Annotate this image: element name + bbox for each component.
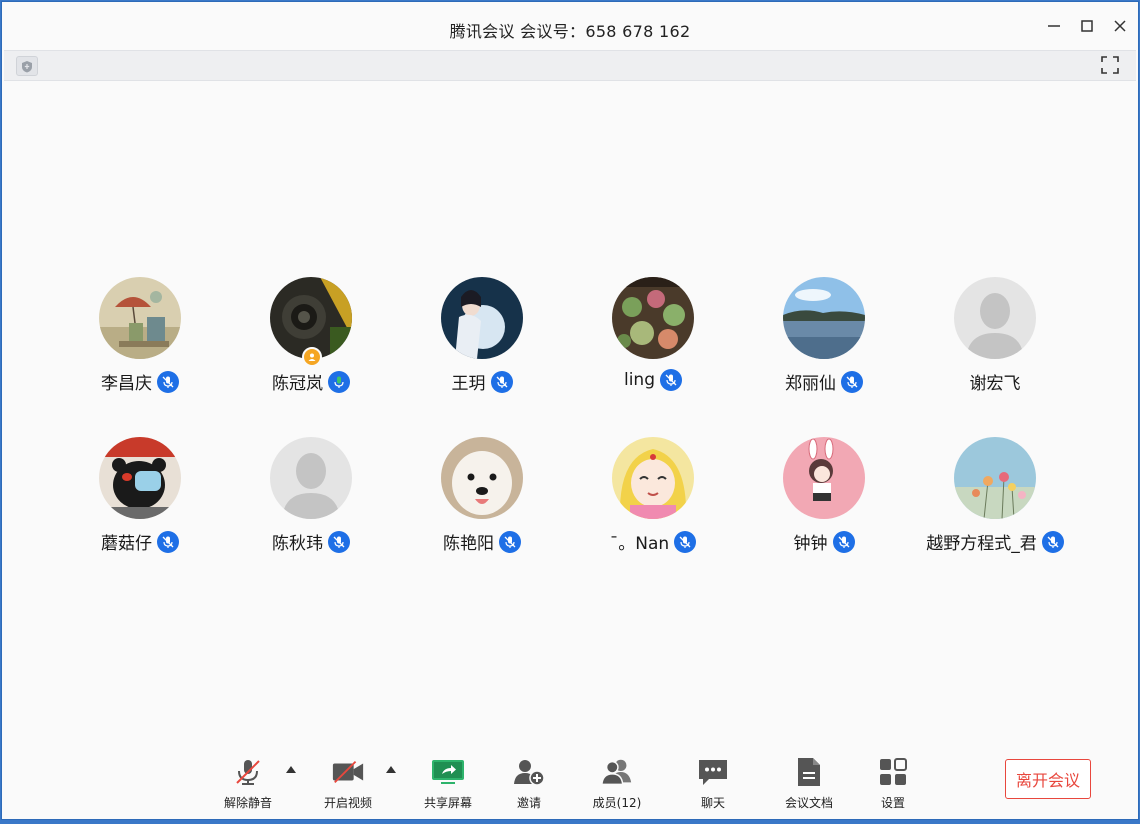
chat-button[interactable]: 聊天 xyxy=(673,756,753,812)
share-screen-label: 共享屏幕 xyxy=(423,796,472,810)
share-screen-button[interactable]: 共享屏幕 xyxy=(408,756,488,812)
document-icon xyxy=(792,756,826,788)
participant-name-row: 陈艳阳 xyxy=(397,529,567,554)
mic-muted-icon xyxy=(832,530,855,553)
participant-name: 李昌庆 xyxy=(101,374,152,394)
meeting-toolbar: 解除静音 开启视频 共享屏幕 邀请 成员(12) 聊天 会议文档 设置 离开会议 xyxy=(2,742,1138,820)
mic-muted-icon xyxy=(674,530,697,553)
leave-meeting-button[interactable]: 离开会议 xyxy=(1005,759,1091,799)
avatar xyxy=(954,437,1036,519)
avatar xyxy=(441,437,523,519)
participant-tile[interactable]: 蘑菇仔 xyxy=(55,437,225,567)
participant-name-row: 陈冠岚 xyxy=(226,369,396,394)
participant-name-row: 蘑菇仔 xyxy=(55,529,225,554)
participant-name: 郑丽仙 xyxy=(785,374,836,394)
mic-muted-icon xyxy=(157,530,179,553)
unmute-label: 解除静音 xyxy=(223,796,272,810)
chat-label: 聊天 xyxy=(700,796,725,810)
settings-grid-icon xyxy=(876,756,910,788)
participant-name-row: 陈秋玮 xyxy=(226,529,396,554)
participant-name: 陈艳阳 xyxy=(443,534,494,554)
participant-name: 谢宏飞 xyxy=(969,374,1021,394)
mic-muted-icon xyxy=(157,370,179,393)
start-video-label: 开启视频 xyxy=(323,796,372,810)
participant-name: ˉ。Nan xyxy=(609,534,670,554)
add-user-icon xyxy=(512,756,546,788)
participant-name: 蘑菇仔 xyxy=(101,534,152,554)
participant-name-row: 李昌庆 xyxy=(55,369,225,394)
participant-name: 钟钟 xyxy=(793,534,828,554)
invite-button[interactable]: 邀请 xyxy=(489,756,569,812)
participant-name-row: 越野方程式_君 xyxy=(910,529,1080,554)
mic-muted-icon xyxy=(499,530,521,553)
participant-tile[interactable]: ˉ。Nan xyxy=(568,437,738,567)
participant-name-row: 郑丽仙 xyxy=(739,369,909,394)
participant-tile[interactable]: 越野方程式_君 xyxy=(910,437,1080,567)
mic-muted-icon xyxy=(328,530,350,553)
camera-off-icon xyxy=(331,756,365,788)
mic-muted-icon xyxy=(1041,530,1064,553)
avatar xyxy=(441,277,523,359)
default-avatar-icon xyxy=(954,277,1036,359)
settings-label: 设置 xyxy=(880,796,905,810)
settings-button[interactable]: 设置 xyxy=(853,756,933,812)
participant-name-row: ling xyxy=(568,369,738,391)
participant-tile[interactable]: 陈冠岚 xyxy=(226,277,396,407)
participant-name-row: 谢宏飞 xyxy=(910,369,1080,394)
video-options-caret-icon[interactable] xyxy=(386,766,396,773)
participant-tile[interactable]: 陈秋玮 xyxy=(226,437,396,567)
meeting-docs-label: 会议文档 xyxy=(784,796,833,810)
participant-tile[interactable]: 王玥 xyxy=(397,277,567,407)
mic-muted-icon xyxy=(231,756,265,788)
participant-tile[interactable]: 钟钟 xyxy=(739,437,909,567)
mic-muted-icon xyxy=(660,369,682,391)
avatar xyxy=(783,277,865,359)
share-screen-icon xyxy=(431,756,465,788)
avatar xyxy=(783,437,865,519)
mic-muted-icon xyxy=(841,370,863,393)
meeting-window: 腾讯会议 会议号：658 678 162 李昌庆 陈冠岚 王玥 ling 郑丽仙… xyxy=(1,1,1139,820)
participant-name: 陈冠岚 xyxy=(272,374,323,394)
host-badge-icon xyxy=(302,347,322,367)
participant-name-row: 王玥 xyxy=(397,369,567,394)
avatar xyxy=(612,437,694,519)
mic-on-icon xyxy=(328,370,350,393)
participant-name: ling xyxy=(623,370,655,390)
invite-label: 邀请 xyxy=(516,796,541,810)
members-button[interactable]: 成员(12) xyxy=(577,756,657,812)
start-video-button[interactable]: 开启视频 xyxy=(308,756,388,812)
default-avatar-icon xyxy=(270,437,352,519)
participant-name-row: 钟钟 xyxy=(739,529,909,554)
participant-name: 越野方程式_君 xyxy=(926,534,1037,554)
unmute-button[interactable]: 解除静音 xyxy=(208,756,288,812)
participant-tile[interactable]: ling xyxy=(568,277,738,407)
avatar xyxy=(99,437,181,519)
participant-tile[interactable]: 郑丽仙 xyxy=(739,277,909,407)
participant-tile[interactable]: 谢宏飞 xyxy=(910,277,1080,407)
participant-name-row: ˉ。Nan xyxy=(568,529,738,554)
participant-name: 王玥 xyxy=(451,374,486,394)
chat-icon xyxy=(696,756,730,788)
participant-tile[interactable]: 李昌庆 xyxy=(55,277,225,407)
participant-tile[interactable]: 陈艳阳 xyxy=(397,437,567,567)
participant-grid: 李昌庆 陈冠岚 王玥 ling 郑丽仙 谢宏飞 蘑菇仔 陈秋玮 陈艳阳 ˉ。Na… xyxy=(2,2,1138,819)
participant-name: 陈秋玮 xyxy=(272,534,323,554)
mic-muted-icon xyxy=(490,370,513,393)
meeting-docs-button[interactable]: 会议文档 xyxy=(769,756,849,812)
audio-options-caret-icon[interactable] xyxy=(286,766,296,773)
members-icon xyxy=(600,756,634,788)
members-label: 成员(12) xyxy=(592,796,642,810)
avatar xyxy=(612,277,694,359)
avatar xyxy=(99,277,181,359)
